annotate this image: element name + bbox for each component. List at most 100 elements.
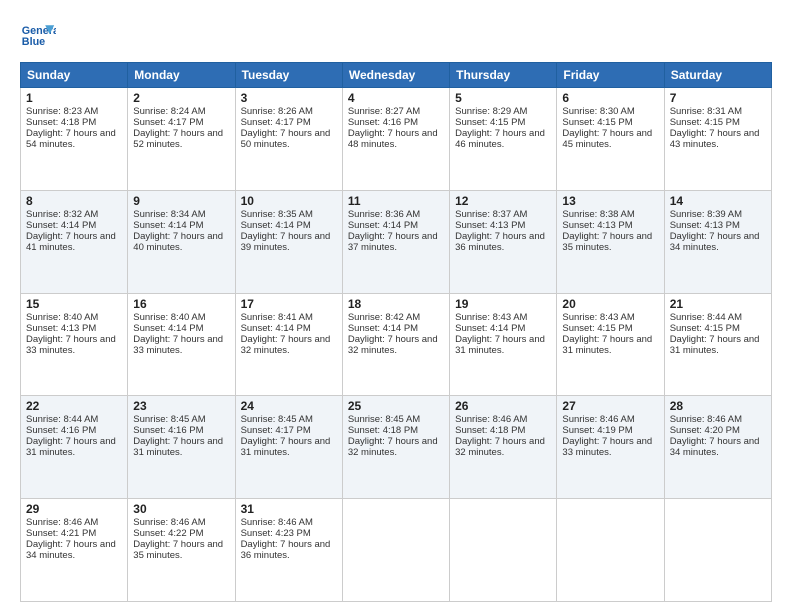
- day-number: 19: [455, 297, 551, 311]
- sunrise-text: Sunrise: 8:36 AM: [348, 209, 444, 220]
- day-number: 27: [562, 399, 658, 413]
- logo-icon: General Blue: [20, 18, 56, 54]
- calendar-cell: [450, 499, 557, 602]
- sunset-text: Sunset: 4:17 PM: [241, 425, 337, 436]
- day-number: 4: [348, 91, 444, 105]
- calendar-cell: 1Sunrise: 8:23 AMSunset: 4:18 PMDaylight…: [21, 88, 128, 191]
- sunset-text: Sunset: 4:14 PM: [241, 323, 337, 334]
- day-number: 8: [26, 194, 122, 208]
- day-number: 29: [26, 502, 122, 516]
- sunset-text: Sunset: 4:20 PM: [670, 425, 766, 436]
- sunset-text: Sunset: 4:21 PM: [26, 528, 122, 539]
- day-number: 22: [26, 399, 122, 413]
- daylight-text: Daylight: 7 hours and 31 minutes.: [241, 436, 337, 458]
- day-header: Sunday: [21, 63, 128, 88]
- daylight-text: Daylight: 7 hours and 32 minutes.: [348, 334, 444, 356]
- sunset-text: Sunset: 4:15 PM: [562, 117, 658, 128]
- sunrise-text: Sunrise: 8:35 AM: [241, 209, 337, 220]
- day-number: 18: [348, 297, 444, 311]
- daylight-text: Daylight: 7 hours and 31 minutes.: [670, 334, 766, 356]
- sunrise-text: Sunrise: 8:46 AM: [241, 517, 337, 528]
- sunrise-text: Sunrise: 8:31 AM: [670, 106, 766, 117]
- day-number: 11: [348, 194, 444, 208]
- sunrise-text: Sunrise: 8:41 AM: [241, 312, 337, 323]
- day-number: 3: [241, 91, 337, 105]
- calendar-cell: 5Sunrise: 8:29 AMSunset: 4:15 PMDaylight…: [450, 88, 557, 191]
- sunset-text: Sunset: 4:14 PM: [348, 220, 444, 231]
- sunset-text: Sunset: 4:13 PM: [455, 220, 551, 231]
- daylight-text: Daylight: 7 hours and 41 minutes.: [26, 231, 122, 253]
- day-number: 6: [562, 91, 658, 105]
- calendar-cell: 29Sunrise: 8:46 AMSunset: 4:21 PMDayligh…: [21, 499, 128, 602]
- calendar-cell: [664, 499, 771, 602]
- header: General Blue: [20, 18, 772, 54]
- sunrise-text: Sunrise: 8:23 AM: [26, 106, 122, 117]
- sunrise-text: Sunrise: 8:42 AM: [348, 312, 444, 323]
- sunset-text: Sunset: 4:14 PM: [241, 220, 337, 231]
- sunset-text: Sunset: 4:14 PM: [26, 220, 122, 231]
- daylight-text: Daylight: 7 hours and 33 minutes.: [133, 334, 229, 356]
- sunset-text: Sunset: 4:13 PM: [670, 220, 766, 231]
- day-number: 10: [241, 194, 337, 208]
- calendar-cell: 6Sunrise: 8:30 AMSunset: 4:15 PMDaylight…: [557, 88, 664, 191]
- sunset-text: Sunset: 4:16 PM: [348, 117, 444, 128]
- sunset-text: Sunset: 4:17 PM: [241, 117, 337, 128]
- sunset-text: Sunset: 4:16 PM: [26, 425, 122, 436]
- sunrise-text: Sunrise: 8:24 AM: [133, 106, 229, 117]
- calendar-cell: 2Sunrise: 8:24 AMSunset: 4:17 PMDaylight…: [128, 88, 235, 191]
- daylight-text: Daylight: 7 hours and 33 minutes.: [562, 436, 658, 458]
- calendar: SundayMondayTuesdayWednesdayThursdayFrid…: [20, 62, 772, 602]
- calendar-cell: 20Sunrise: 8:43 AMSunset: 4:15 PMDayligh…: [557, 293, 664, 396]
- sunrise-text: Sunrise: 8:43 AM: [455, 312, 551, 323]
- daylight-text: Daylight: 7 hours and 35 minutes.: [562, 231, 658, 253]
- day-number: 9: [133, 194, 229, 208]
- calendar-cell: 14Sunrise: 8:39 AMSunset: 4:13 PMDayligh…: [664, 190, 771, 293]
- sunset-text: Sunset: 4:18 PM: [455, 425, 551, 436]
- day-number: 7: [670, 91, 766, 105]
- calendar-cell: 28Sunrise: 8:46 AMSunset: 4:20 PMDayligh…: [664, 396, 771, 499]
- daylight-text: Daylight: 7 hours and 34 minutes.: [26, 539, 122, 561]
- calendar-cell: 10Sunrise: 8:35 AMSunset: 4:14 PMDayligh…: [235, 190, 342, 293]
- sunrise-text: Sunrise: 8:40 AM: [133, 312, 229, 323]
- calendar-cell: 21Sunrise: 8:44 AMSunset: 4:15 PMDayligh…: [664, 293, 771, 396]
- daylight-text: Daylight: 7 hours and 34 minutes.: [670, 436, 766, 458]
- calendar-cell: 26Sunrise: 8:46 AMSunset: 4:18 PMDayligh…: [450, 396, 557, 499]
- sunrise-text: Sunrise: 8:46 AM: [133, 517, 229, 528]
- sunset-text: Sunset: 4:16 PM: [133, 425, 229, 436]
- day-number: 12: [455, 194, 551, 208]
- day-number: 21: [670, 297, 766, 311]
- daylight-text: Daylight: 7 hours and 43 minutes.: [670, 128, 766, 150]
- day-header: Wednesday: [342, 63, 449, 88]
- sunrise-text: Sunrise: 8:37 AM: [455, 209, 551, 220]
- sunset-text: Sunset: 4:15 PM: [455, 117, 551, 128]
- day-header: Thursday: [450, 63, 557, 88]
- svg-text:Blue: Blue: [22, 36, 45, 48]
- sunset-text: Sunset: 4:14 PM: [348, 323, 444, 334]
- calendar-cell: 3Sunrise: 8:26 AMSunset: 4:17 PMDaylight…: [235, 88, 342, 191]
- calendar-cell: 30Sunrise: 8:46 AMSunset: 4:22 PMDayligh…: [128, 499, 235, 602]
- page: General Blue SundayMondayTuesdayWednesda…: [0, 0, 792, 612]
- daylight-text: Daylight: 7 hours and 31 minutes.: [26, 436, 122, 458]
- day-number: 15: [26, 297, 122, 311]
- sunset-text: Sunset: 4:15 PM: [670, 323, 766, 334]
- sunrise-text: Sunrise: 8:46 AM: [26, 517, 122, 528]
- sunrise-text: Sunrise: 8:45 AM: [133, 414, 229, 425]
- day-header: Saturday: [664, 63, 771, 88]
- daylight-text: Daylight: 7 hours and 50 minutes.: [241, 128, 337, 150]
- daylight-text: Daylight: 7 hours and 35 minutes.: [133, 539, 229, 561]
- sunrise-text: Sunrise: 8:44 AM: [670, 312, 766, 323]
- sunset-text: Sunset: 4:18 PM: [348, 425, 444, 436]
- calendar-cell: [557, 499, 664, 602]
- sunrise-text: Sunrise: 8:32 AM: [26, 209, 122, 220]
- calendar-cell: 11Sunrise: 8:36 AMSunset: 4:14 PMDayligh…: [342, 190, 449, 293]
- calendar-cell: 22Sunrise: 8:44 AMSunset: 4:16 PMDayligh…: [21, 396, 128, 499]
- daylight-text: Daylight: 7 hours and 46 minutes.: [455, 128, 551, 150]
- sunset-text: Sunset: 4:18 PM: [26, 117, 122, 128]
- daylight-text: Daylight: 7 hours and 37 minutes.: [348, 231, 444, 253]
- daylight-text: Daylight: 7 hours and 32 minutes.: [455, 436, 551, 458]
- day-number: 24: [241, 399, 337, 413]
- day-number: 23: [133, 399, 229, 413]
- sunrise-text: Sunrise: 8:46 AM: [455, 414, 551, 425]
- daylight-text: Daylight: 7 hours and 34 minutes.: [670, 231, 766, 253]
- calendar-cell: 9Sunrise: 8:34 AMSunset: 4:14 PMDaylight…: [128, 190, 235, 293]
